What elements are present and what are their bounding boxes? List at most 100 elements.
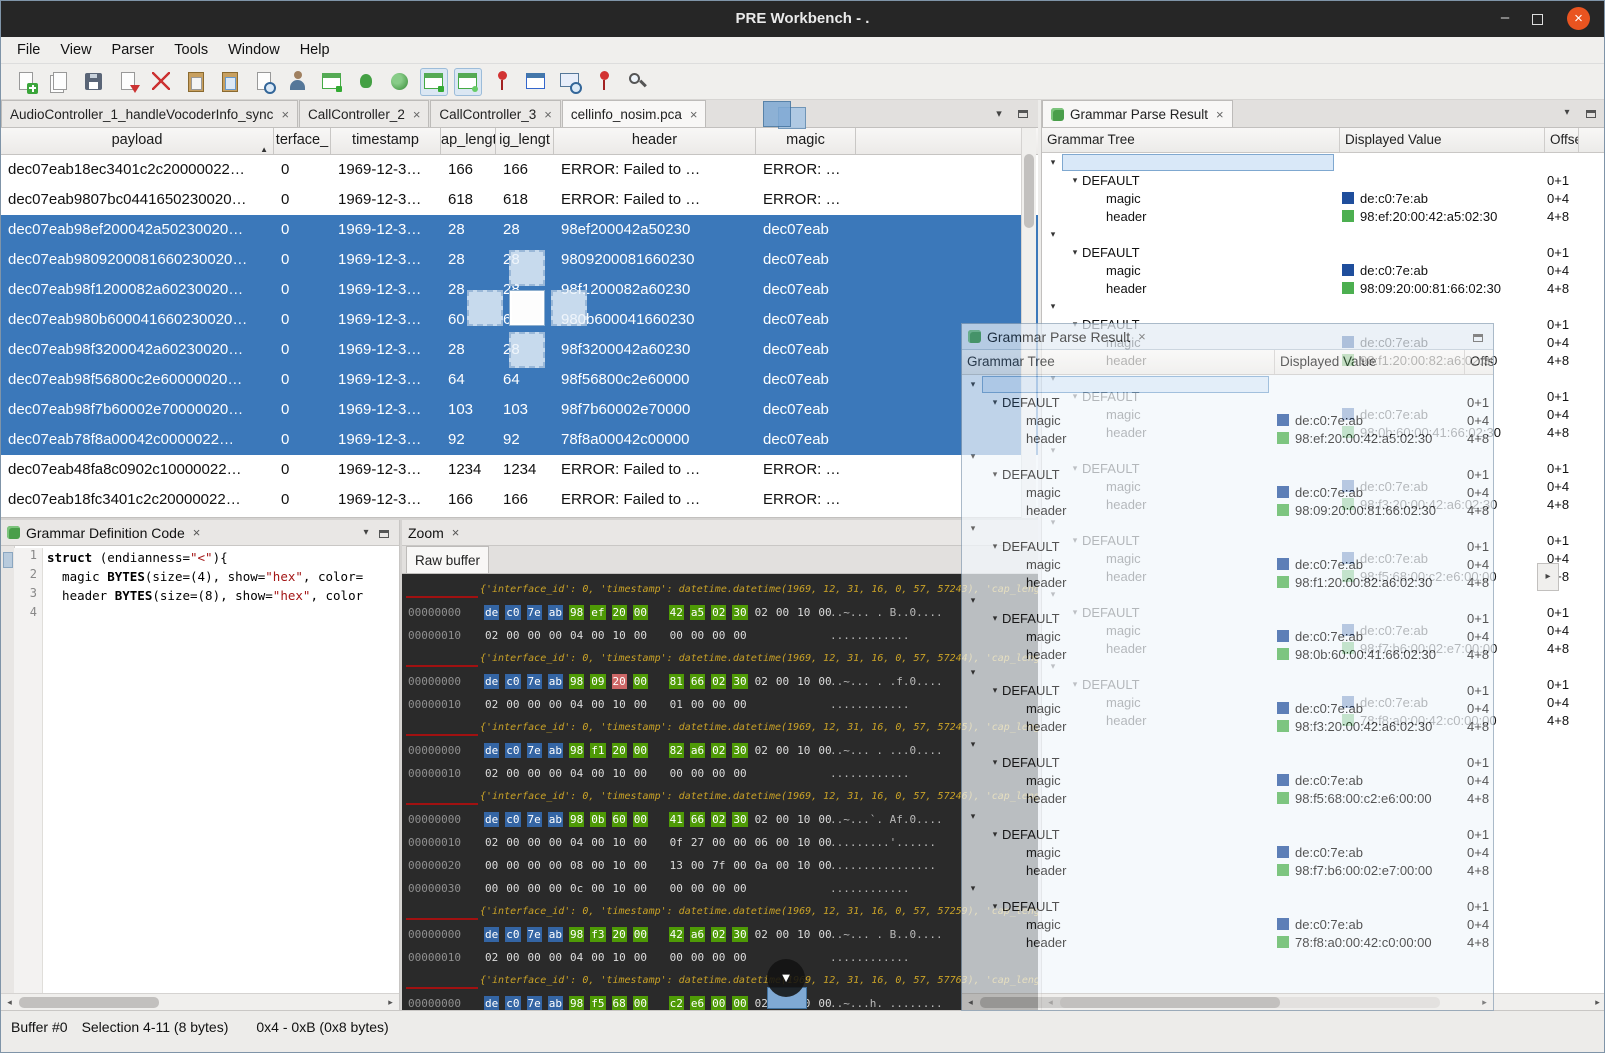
tree-column-header-displayed-value[interactable]: Displayed Value: [1340, 128, 1545, 152]
scroll-left-icon[interactable]: ◂: [2, 995, 17, 1010]
tree-row-default[interactable]: ▾DEFAULT0+1: [962, 753, 1493, 771]
hex-byte[interactable]: 00: [484, 858, 499, 873]
hex-byte[interactable]: 10: [612, 766, 627, 781]
hex-byte[interactable]: 7e: [527, 605, 542, 620]
hex-byte[interactable]: 00: [633, 927, 648, 942]
hex-byte[interactable]: 10: [612, 881, 627, 896]
hex-byte[interactable]: 00: [732, 950, 747, 965]
titlebar[interactable]: PRE Workbench - . – ×: [1, 1, 1604, 37]
tab-close-icon[interactable]: ×: [544, 107, 552, 122]
cell-payload[interactable]: dec07eab18ec3401c2c20000022…: [1, 155, 274, 185]
cell-header[interactable]: 9809200081660230: [554, 245, 756, 275]
cell-payload[interactable]: dec07eab980b600041660230020…: [1, 305, 274, 335]
cell-magic[interactable]: dec07eab: [756, 305, 856, 335]
cell-payload[interactable]: dec07eab9809200081660230020…: [1, 245, 274, 275]
hex-byte[interactable]: 00: [633, 812, 648, 827]
hex-byte[interactable]: 00: [633, 950, 648, 965]
cell-interface[interactable]: 0: [274, 485, 331, 515]
hex-byte[interactable]: 00: [527, 697, 542, 712]
hex-byte[interactable]: 66: [690, 674, 705, 689]
hex-byte[interactable]: 98: [569, 674, 584, 689]
hex-byte[interactable]: c0: [505, 812, 520, 827]
cell-payload[interactable]: dec07eab18fc3401c2c20000022…: [1, 485, 274, 515]
scrollbar-thumb[interactable]: [1024, 154, 1034, 228]
hex-row[interactable]: 00000000dec07eab980b6000 416602300200100…: [402, 808, 1038, 831]
cell-interface[interactable]: 0: [274, 365, 331, 395]
hex-byte[interactable]: 00: [690, 628, 705, 643]
hex-byte[interactable]: 10: [796, 835, 811, 850]
cell-header[interactable]: 98ef200042a50230: [554, 215, 756, 245]
hex-byte[interactable]: 98: [569, 743, 584, 758]
cell-orig[interactable]: 618: [496, 185, 554, 215]
hex-byte[interactable]: 00: [527, 628, 542, 643]
hex-byte[interactable]: 10: [796, 743, 811, 758]
hex-byte[interactable]: 02: [754, 812, 769, 827]
tree-row-magic[interactable]: magicde:c0:7e:ab0+4: [962, 843, 1493, 861]
tree-row-header[interactable]: header98:f3:20:00:42:a6:02:304+8: [962, 717, 1493, 735]
cell-cap[interactable]: 166: [441, 155, 496, 185]
cell-interface[interactable]: 0: [274, 395, 331, 425]
cell-interface[interactable]: 0: [274, 155, 331, 185]
hex-byte[interactable]: e6: [690, 996, 705, 1010]
hex-view[interactable]: {'interface_id': 0, 'timestamp': datetim…: [402, 574, 1038, 1010]
new-file-icon[interactable]: [12, 68, 40, 96]
code-editor[interactable]: 1234 struct (endianness="<"){ magic BYTE…: [1, 546, 399, 993]
dock-drop-left-target[interactable]: [467, 290, 503, 326]
hex-byte[interactable]: 02: [754, 927, 769, 942]
hex-byte[interactable]: 00: [505, 697, 520, 712]
hex-byte[interactable]: 82: [669, 743, 684, 758]
menu-view[interactable]: View: [50, 39, 101, 61]
hex-byte[interactable]: 02: [484, 766, 499, 781]
hex-row[interactable]: 000000200000000008001000 13007f000a00100…: [402, 854, 1038, 877]
cell-cap[interactable]: 64: [441, 365, 496, 395]
hex-byte[interactable]: 20: [612, 674, 627, 689]
hex-byte[interactable]: 20: [612, 605, 627, 620]
tree-row-root[interactable]: ▾: [962, 447, 1493, 465]
expand-panel-button[interactable]: ▸: [1537, 563, 1559, 591]
table-row[interactable]: dec07eab98ef200042a50230020…01969-12-3…2…: [1, 215, 1038, 245]
code-horizontal-scrollbar[interactable]: ◂ ▸: [1, 993, 399, 1010]
hex-byte[interactable]: 7e: [527, 812, 542, 827]
hex-byte[interactable]: 00: [548, 950, 563, 965]
cell-timestamp[interactable]: 1969-12-3…: [331, 245, 441, 275]
cell-header[interactable]: ERROR: Failed to …: [554, 155, 756, 185]
tree-row-magic[interactable]: magicde:c0:7e:ab0+4: [962, 483, 1493, 501]
hex-byte[interactable]: 00: [527, 835, 542, 850]
tab-CallController_2[interactable]: CallController_2×: [299, 100, 429, 127]
tree-row-magic[interactable]: magicde:c0:7e:ab0+4: [1042, 261, 1605, 279]
cell-magic[interactable]: dec07eab: [756, 425, 856, 455]
tree-row-root[interactable]: ▾: [962, 735, 1493, 753]
scroll-right-icon[interactable]: ▸: [1477, 995, 1492, 1010]
hex-byte[interactable]: 0a: [754, 858, 769, 873]
hex-byte[interactable]: 98: [569, 605, 584, 620]
cell-orig[interactable]: 166: [496, 155, 554, 185]
column-header-header[interactable]: header: [554, 128, 756, 154]
debug-icon[interactable]: [352, 68, 380, 96]
hex-byte[interactable]: 00: [669, 881, 684, 896]
copy-file-icon[interactable]: [46, 68, 74, 96]
cell-header[interactable]: ERROR: Failed to …: [554, 485, 756, 515]
chevron-down-icon[interactable]: ▾: [988, 469, 1002, 480]
hex-view-icon[interactable]: [420, 68, 448, 96]
hex-byte[interactable]: 42: [669, 927, 684, 942]
cell-timestamp[interactable]: 1969-12-3…: [331, 185, 441, 215]
import-file-icon[interactable]: [114, 68, 142, 96]
cell-interface[interactable]: 0: [274, 455, 331, 485]
hex-byte[interactable]: 02: [754, 674, 769, 689]
hex-byte[interactable]: 42: [669, 605, 684, 620]
run-parser-icon[interactable]: [284, 68, 312, 96]
cell-magic[interactable]: dec07eab: [756, 215, 856, 245]
hex-byte[interactable]: 00: [690, 881, 705, 896]
paste-icon[interactable]: [182, 68, 210, 96]
table-row[interactable]: dec07eab18ec3401c2c20000022…01969-12-3…1…: [1, 155, 1038, 185]
hex-row[interactable]: 00000000dec07eab98ef2000 42a502300200100…: [402, 601, 1038, 624]
hex-byte[interactable]: ab: [548, 605, 563, 620]
hex-byte[interactable]: ab: [548, 927, 563, 942]
tree-row-magic[interactable]: magicde:c0:7e:ab0+4: [962, 555, 1493, 573]
hex-byte[interactable]: 10: [612, 628, 627, 643]
code-lines[interactable]: struct (endianness="<"){ magic BYTES(siz…: [47, 548, 399, 993]
tab-cellinfo_nosim.pca[interactable]: cellinfo_nosim.pca×: [562, 100, 707, 127]
hex-byte[interactable]: 98: [569, 812, 584, 827]
hex-byte[interactable]: 00: [633, 697, 648, 712]
chevron-down-icon[interactable]: ▾: [988, 397, 1002, 408]
